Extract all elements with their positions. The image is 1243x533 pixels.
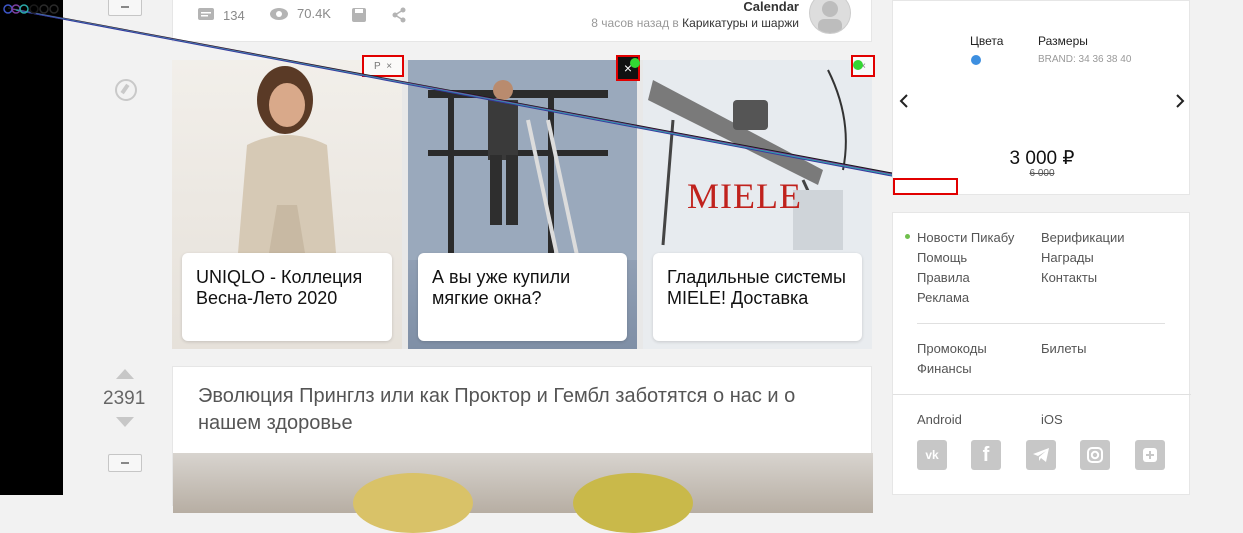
divider [917,323,1165,324]
post-rating: 2391 [103,388,146,409]
facebook-icon[interactable]: f [971,440,1001,470]
instagram-icon[interactable] [1080,440,1110,470]
hide-post-button[interactable] [108,454,142,472]
link-awards[interactable]: Награды [1041,250,1094,265]
news-dot [905,234,910,239]
product-ad-card[interactable]: Цвета Размеры BRAND: 34 36 38 40 3 000 ₽… [892,0,1190,195]
can-lid [573,473,693,533]
link-contacts[interactable]: Контакты [1041,270,1097,285]
post-title[interactable]: Эволюция Принглз или как Проктор и Гембл… [198,383,838,437]
link-rules[interactable]: Правила [917,270,970,285]
downvote-icon[interactable] [116,417,134,427]
price: 3 000 ₽ [1009,148,1075,169]
can-lid [353,473,473,533]
link-android[interactable]: Android [917,412,962,427]
color-swatch[interactable] [971,55,981,65]
vk-icon[interactable]: vk [917,440,947,470]
link-pikabu-news[interactable]: Новости Пикабу [917,230,1014,245]
upvote-icon[interactable] [116,369,134,379]
sizes-value: BRAND: 34 36 38 40 [1038,54,1132,65]
divider [893,394,1191,395]
link-verification[interactable]: Верификации [1041,230,1125,245]
chevron-right-icon[interactable] [1174,93,1186,114]
chevron-left-icon[interactable] [898,93,910,114]
link-ios[interactable]: iOS [1041,412,1063,427]
link-ads[interactable]: Реклама [917,290,969,305]
post-image[interactable] [173,453,873,533]
ad-label-box[interactable] [893,178,958,195]
post-card: Эволюция Принглз или как Проктор и Гембл… [172,366,873,533]
link-promocodes[interactable]: Промокоды [917,341,987,356]
sidebar-links: Новости Пикабу Помощь Правила Реклама Ве… [892,212,1191,495]
colors-label: Цвета [970,34,1004,48]
sizes-label: Размеры [1038,34,1088,48]
link-tickets[interactable]: Билеты [1041,341,1086,356]
link-help[interactable]: Помощь [917,250,967,265]
telegram-icon[interactable] [1026,440,1056,470]
link-finance[interactable]: Финансы [917,361,972,376]
pikabu-icon[interactable] [1135,440,1165,470]
